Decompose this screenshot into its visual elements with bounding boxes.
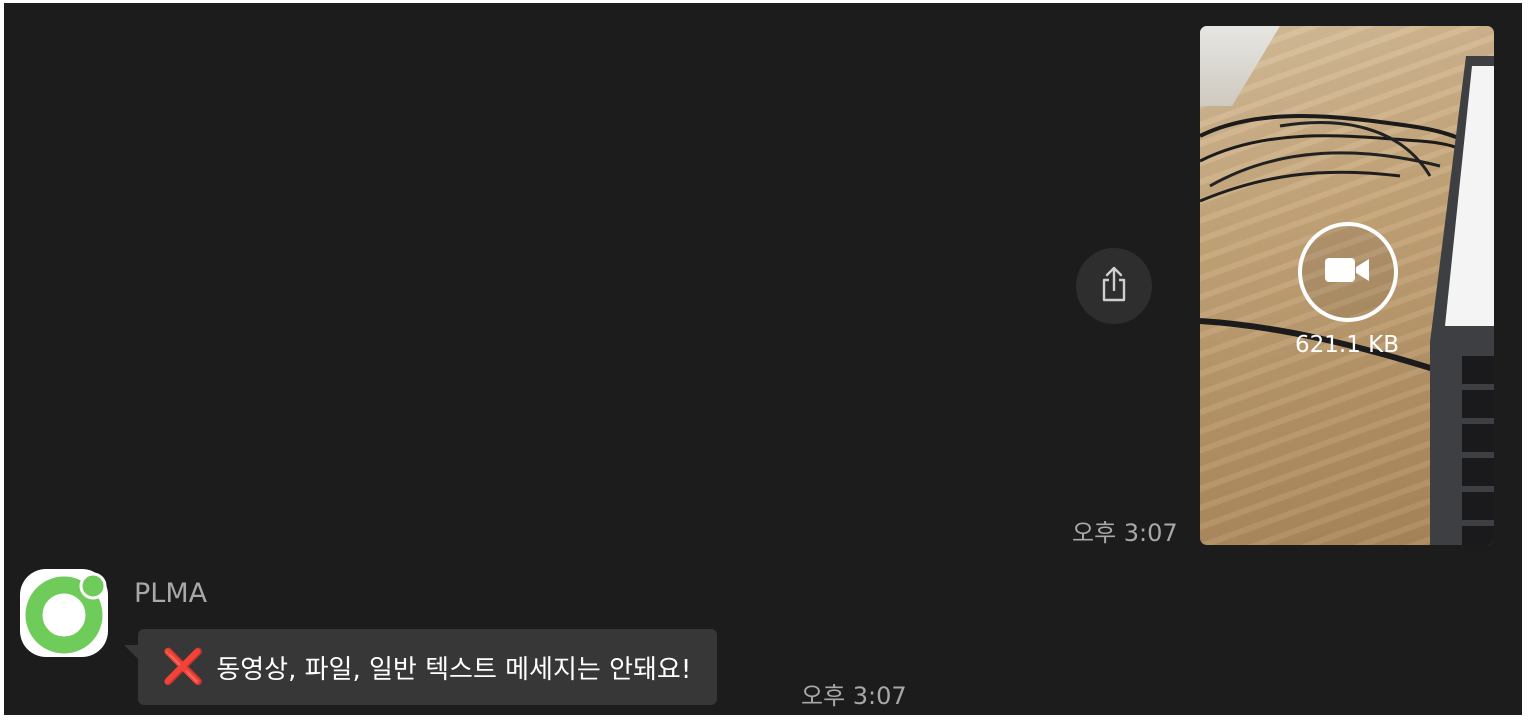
video-camera-icon [1325, 256, 1371, 288]
message-text: 동영상, 파일, 일반 텍스트 메세지는 안돼요! [216, 654, 692, 685]
share-icon [1094, 264, 1134, 308]
cross-mark-icon: ❌ [162, 647, 205, 687]
outgoing-timestamp: 오후 3:07 [1072, 519, 1178, 547]
video-play-button[interactable] [1298, 222, 1398, 322]
share-button[interactable] [1076, 248, 1152, 324]
plma-logo-icon [20, 572, 108, 661]
sender-name: PLMA [134, 578, 208, 609]
video-thumbnail-keyboard [1462, 356, 1494, 545]
video-attachment[interactable]: 621.1 KB [1200, 26, 1494, 545]
video-file-size: 621.1 KB [1294, 332, 1400, 358]
message-bubble[interactable]: ❌ 동영상, 파일, 일반 텍스트 메세지는 안돼요! [123, 629, 718, 705]
avatar[interactable] [20, 569, 108, 657]
incoming-timestamp: 오후 3:07 [801, 682, 907, 710]
chat-area: 오후 3:07 621.1 KB PLMA ❌ 동영상, 파일, 일반 텍스트 … [4, 3, 1522, 715]
